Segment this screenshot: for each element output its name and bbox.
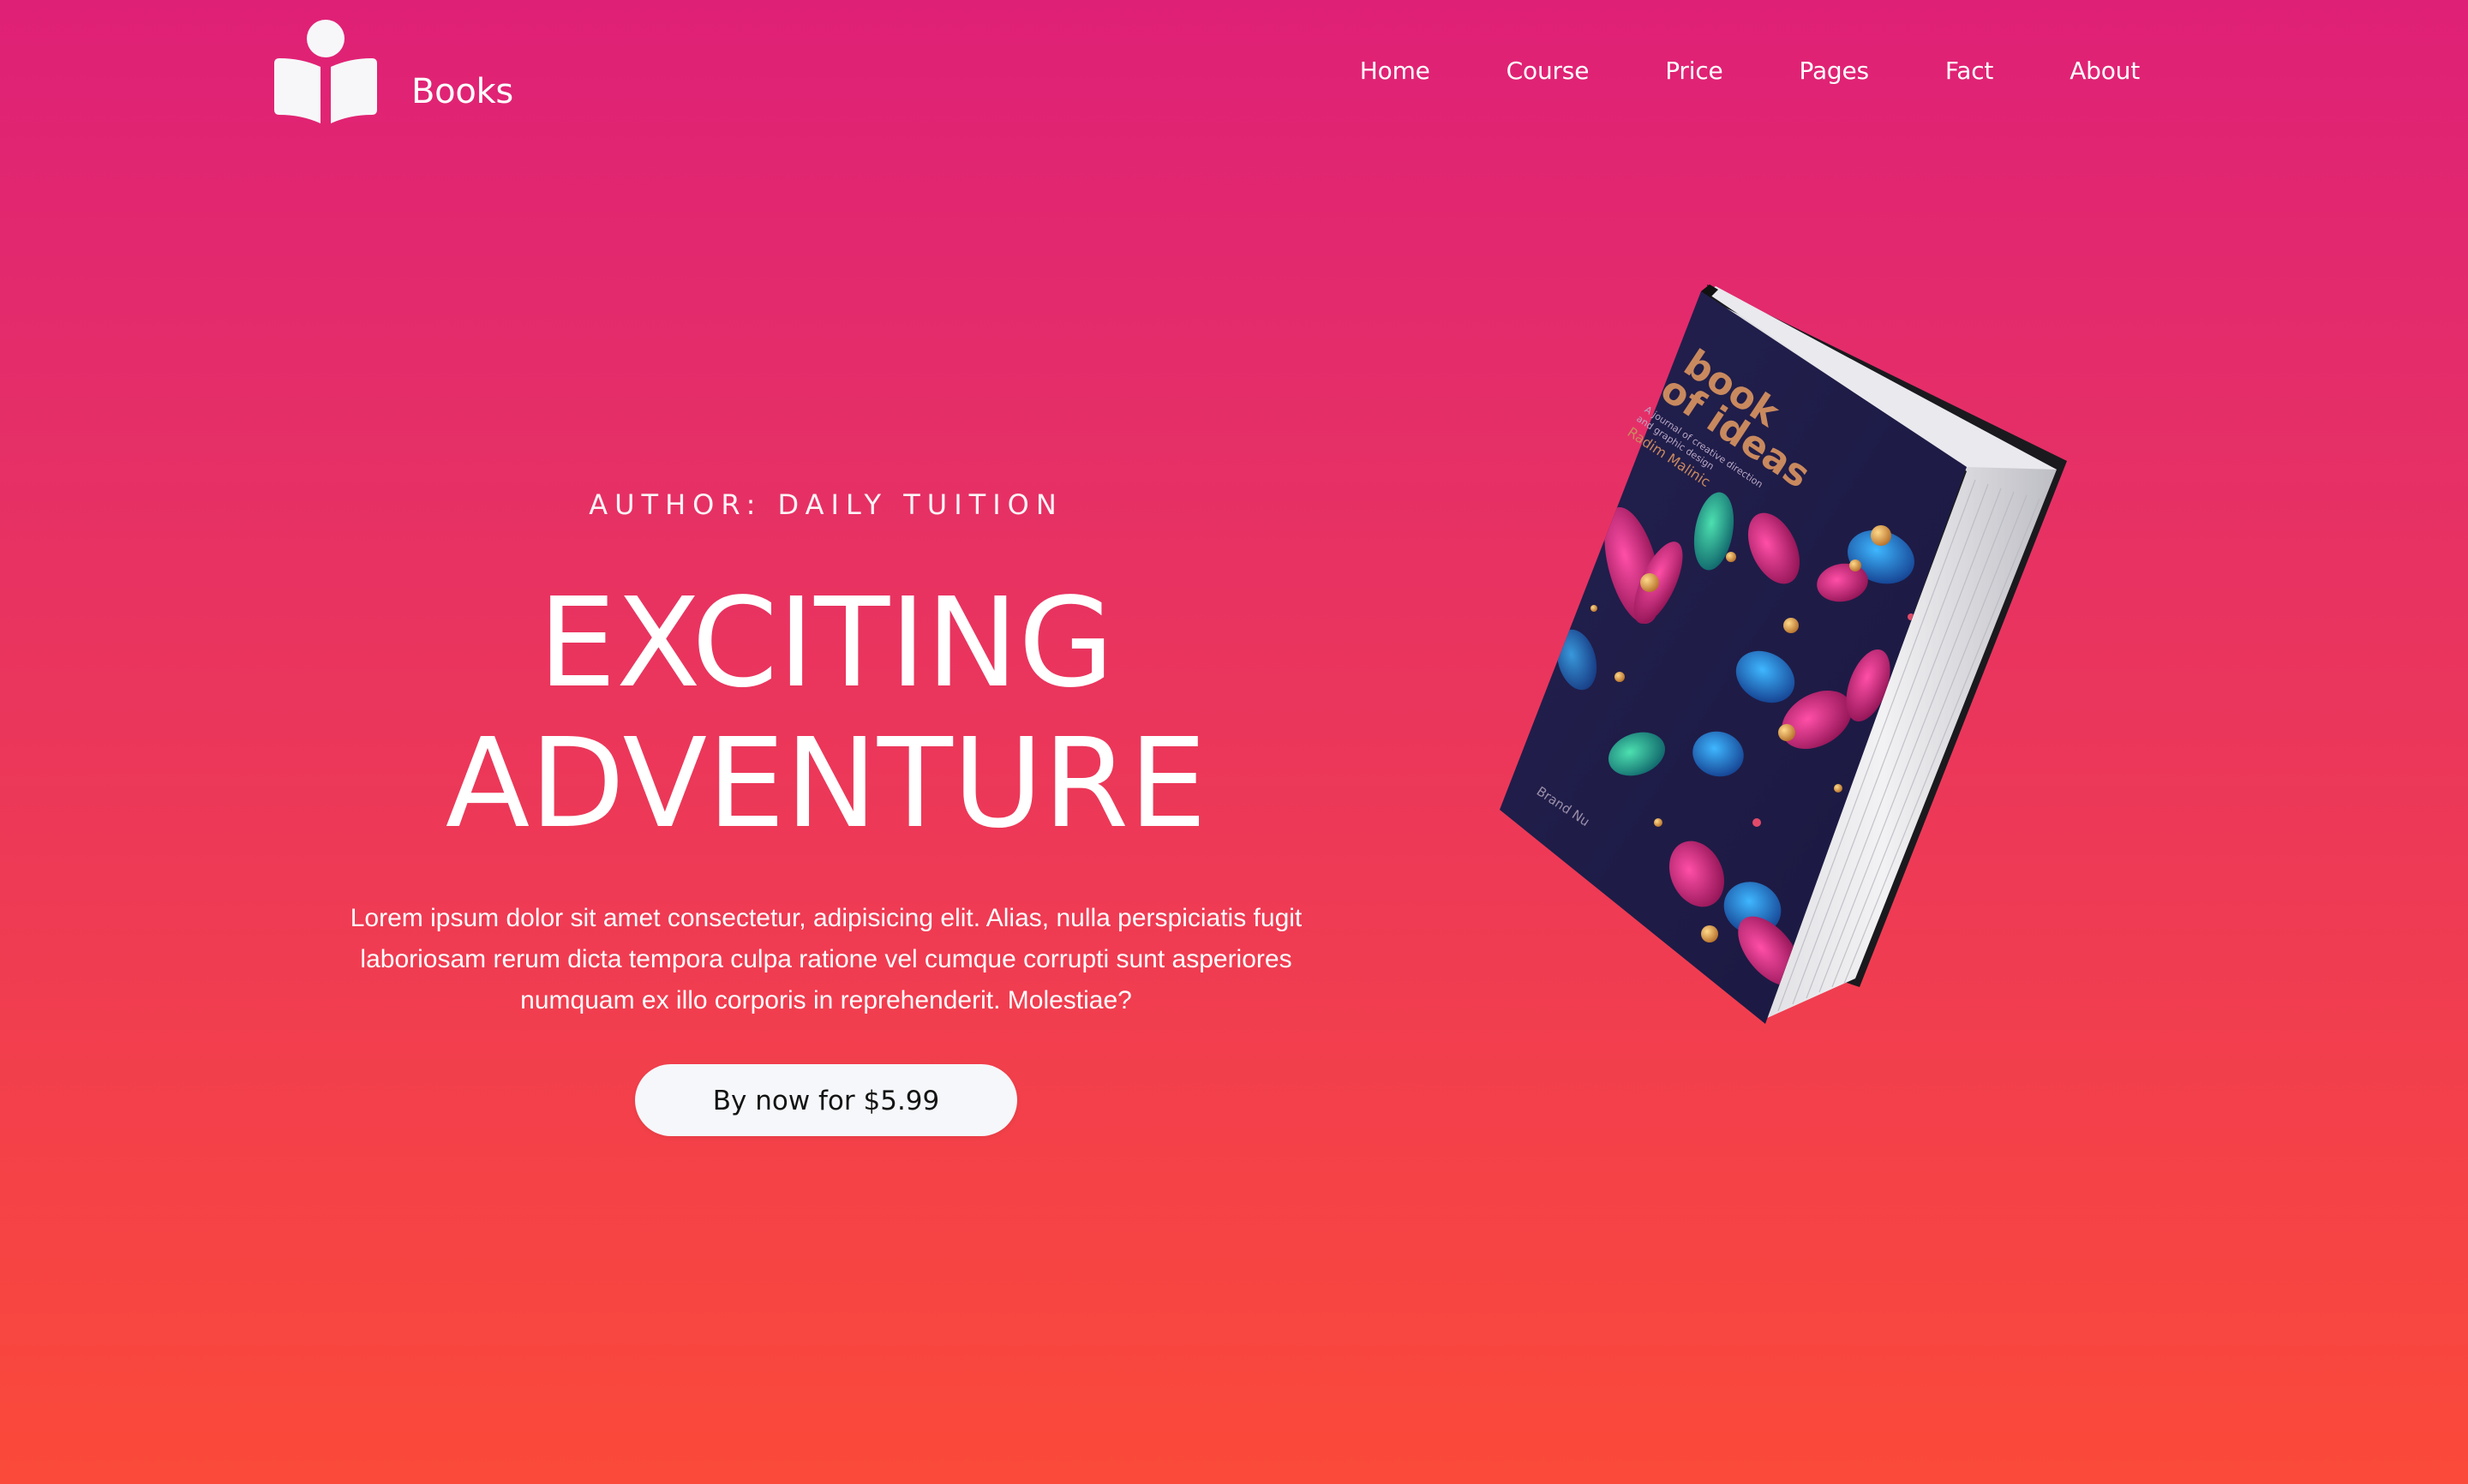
brand-name: Books [411,72,513,111]
nav-item-pages[interactable]: Pages [1800,57,1870,85]
nav-item-fact[interactable]: Fact [1945,57,1993,85]
main-nav: Home Course Price Pages Fact About [1360,57,2140,85]
nav-item-home[interactable]: Home [1360,57,1430,85]
hero-title-line-2: ADVENTURE [445,711,1207,855]
hero-title: EXCITING ADVENTURE [329,572,1323,853]
nav-item-course[interactable]: Course [1507,57,1590,85]
hero-title-line-1: EXCITING [538,571,1114,715]
open-book-reader-icon [274,20,377,123]
book-image: book of ideas A journal of creative dire… [1500,284,2067,1024]
author-label: AUTHOR: DAILY TUITION [589,488,1063,521]
hero-section: AUTHOR: DAILY TUITION EXCITING ADVENTURE… [329,488,1323,1136]
buy-now-button[interactable]: By now for $5.99 [635,1064,1017,1136]
nav-item-price[interactable]: Price [1665,57,1723,85]
logo-link[interactable]: Books [273,19,513,127]
nav-item-about[interactable]: About [2070,57,2140,85]
hero-description: Lorem ipsum dolor sit amet consectetur, … [350,904,1303,1014]
